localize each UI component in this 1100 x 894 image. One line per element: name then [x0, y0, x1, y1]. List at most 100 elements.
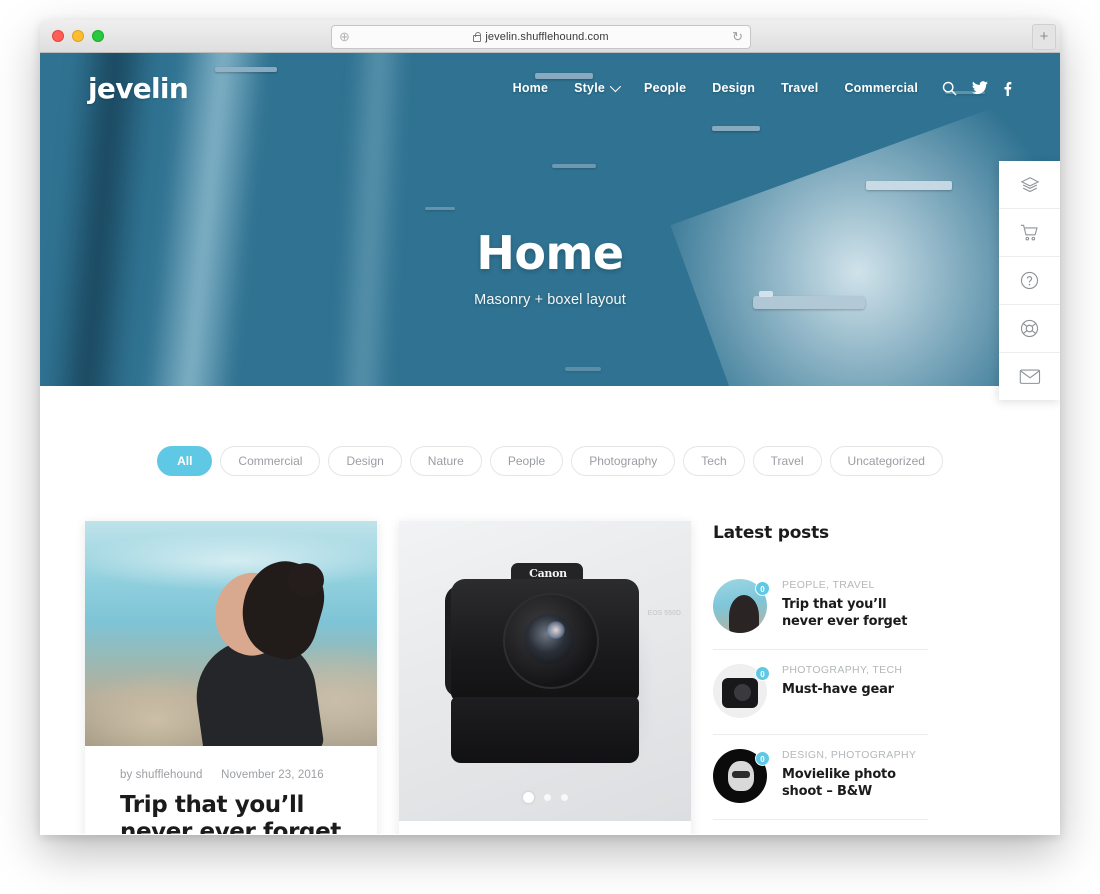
lock-icon: [473, 31, 482, 42]
filter-pill-tech[interactable]: Tech: [683, 446, 745, 476]
post-title[interactable]: Trip that you’ll never ever forget: [120, 792, 342, 834]
filter-pill-design[interactable]: Design: [328, 446, 402, 476]
twitter-icon[interactable]: [972, 81, 988, 95]
post-meta: by shufflehound November 23, 2016: [120, 769, 342, 781]
close-window-button[interactable]: [52, 30, 64, 42]
nav-item-label: Travel: [781, 81, 819, 95]
ship-marker: [565, 367, 601, 371]
dock-item-support[interactable]: [999, 305, 1060, 353]
page-viewport: jevelin Home Style People Design Travel …: [40, 53, 1060, 834]
window-controls[interactable]: [52, 30, 104, 42]
nav-item-label: Home: [512, 81, 549, 95]
post-title[interactable]: Movielike photo shoot – B&W: [782, 766, 928, 800]
nav-item-design[interactable]: Design: [712, 81, 755, 95]
post-grid: by shufflehound November 23, 2016 Trip t…: [85, 521, 691, 834]
camera-lens-reflection: [547, 621, 565, 639]
site-logo[interactable]: jevelin: [88, 72, 189, 105]
minimize-window-button[interactable]: [72, 30, 84, 42]
dock-item-cart[interactable]: [999, 209, 1060, 257]
nav-item-home[interactable]: Home: [513, 81, 549, 95]
slider-dot-1[interactable]: [522, 792, 534, 803]
url-text-wrapper: jevelin.shufflehound.com: [473, 31, 609, 43]
camera-lens-glass: [524, 614, 574, 664]
post-author: by shufflehound: [120, 769, 203, 781]
list-item-text: PHOTOGRAPHY, TECH Must-have gear: [782, 664, 902, 698]
post-thumbnail-wrapper: 0: [713, 749, 770, 803]
nav-item-style[interactable]: Style: [574, 80, 622, 95]
ship-marker: [552, 164, 596, 168]
url-text: jevelin.shufflehound.com: [485, 31, 609, 43]
list-item[interactable]: 0 PEOPLE Craftsmen at work: [713, 820, 928, 834]
post-date: November 23, 2016: [221, 769, 324, 781]
post-card[interactable]: by shufflehound November 23, 2016 Trip t…: [85, 521, 377, 834]
filter-pill-travel[interactable]: Travel: [752, 446, 822, 476]
list-item[interactable]: 0 PEOPLE, TRAVEL Trip that you’ll never …: [713, 565, 928, 650]
post-categories: DESIGN, PHOTOGRAPHY: [782, 749, 917, 761]
screenshot-root: ⊕ jevelin.shufflehound.com ↻ + jevelin H…: [0, 0, 1100, 894]
filter-pill-commercial[interactable]: Commercial: [220, 446, 321, 476]
post-card[interactable]: Canon EOS 550D: [399, 521, 691, 834]
post-categories: PHOTOGRAPHY, TECH: [782, 664, 903, 676]
filter-pill-all[interactable]: All: [157, 446, 213, 476]
nav-item-travel[interactable]: Travel: [781, 81, 818, 95]
hero-section: jevelin Home Style People Design Travel …: [40, 53, 1060, 386]
lifebuoy-icon: [1019, 318, 1040, 339]
list-item-text: PEOPLE, TRAVEL Trip that you’ll never ev…: [782, 579, 928, 630]
filter-pill-people[interactable]: People: [489, 446, 564, 476]
browser-window: ⊕ jevelin.shufflehound.com ↻ + jevelin H…: [40, 20, 1060, 835]
comment-count-badge: 0: [755, 581, 770, 596]
post-thumbnail-wrapper: 0: [713, 579, 770, 633]
post-featured-slider[interactable]: Canon EOS 550D: [399, 521, 691, 821]
nav-icon-group: [942, 81, 1012, 96]
page-title: Home: [476, 226, 624, 280]
ship-marker: [866, 181, 952, 190]
post-title[interactable]: Must-have gear: [782, 681, 902, 698]
slider-dot-2[interactable]: [543, 794, 551, 801]
page-subtitle: Masonry + boxel layout: [474, 291, 626, 308]
search-icon[interactable]: [942, 81, 957, 96]
browser-titlebar: ⊕ jevelin.shufflehound.com ↻ +: [40, 20, 1060, 53]
chevron-down-icon: [609, 80, 622, 93]
dock-item-layers[interactable]: [999, 161, 1060, 209]
reload-icon[interactable]: ↻: [732, 29, 743, 44]
nav-item-commercial[interactable]: Commercial: [844, 81, 918, 95]
new-tab-button[interactable]: +: [1032, 24, 1056, 50]
canon-dslr-camera-photo: Canon EOS 550D: [399, 521, 691, 821]
navbar-right: Home Style People Design Travel Commerci…: [513, 80, 1012, 96]
photo-subject-hair-bun: [288, 563, 324, 597]
filter-pill-nature[interactable]: Nature: [409, 446, 482, 476]
slider-pagination: [399, 792, 691, 803]
filter-pill-uncategorized[interactable]: Uncategorized: [829, 446, 943, 476]
post-thumbnail-wrapper: 0: [713, 664, 770, 718]
post-card-body: by shufflehound November 23, 2016 Must-h…: [399, 821, 691, 834]
side-dock: [999, 161, 1060, 400]
dock-item-help[interactable]: [999, 257, 1060, 305]
list-item[interactable]: 0 DESIGN, PHOTOGRAPHY Movielike photo sh…: [713, 735, 928, 820]
comment-count-badge: 0: [755, 666, 770, 681]
post-title[interactable]: Trip that you’ll never ever forget: [782, 596, 928, 630]
list-item-text: DESIGN, PHOTOGRAPHY Movielike photo shoo…: [782, 749, 928, 800]
facebook-icon[interactable]: [1003, 81, 1012, 96]
nav-item-label: Style: [574, 81, 606, 95]
address-bar[interactable]: ⊕ jevelin.shufflehound.com ↻: [331, 25, 751, 49]
nav-item-people[interactable]: People: [644, 81, 686, 95]
post-featured-image[interactable]: [85, 521, 377, 746]
nav-item-label: People: [644, 81, 687, 95]
ship-marker: [712, 126, 760, 131]
dock-item-mail[interactable]: [999, 353, 1060, 400]
ship-marker: [425, 207, 455, 210]
camera-model-label: EOS 550D: [647, 610, 681, 617]
camera-brand-label: Canon: [529, 567, 567, 580]
site-navbar: jevelin Home Style People Design Travel …: [40, 53, 1060, 123]
cart-icon: [1019, 223, 1040, 243]
page-info-icon[interactable]: ⊕: [339, 29, 350, 44]
list-item[interactable]: 0 PHOTOGRAPHY, TECH Must-have gear: [713, 650, 928, 735]
category-filter-bar: All Commercial Design Nature People Phot…: [40, 386, 1060, 476]
maximize-window-button[interactable]: [92, 30, 104, 42]
filter-pill-photography[interactable]: Photography: [571, 446, 676, 476]
camera-battery-grip: [451, 697, 639, 763]
slider-dot-3[interactable]: [560, 794, 568, 801]
hero-text-block: Home Masonry + boxel layout: [40, 228, 1060, 308]
help-icon: [1019, 270, 1040, 291]
post-categories: PEOPLE, TRAVEL: [782, 579, 875, 591]
